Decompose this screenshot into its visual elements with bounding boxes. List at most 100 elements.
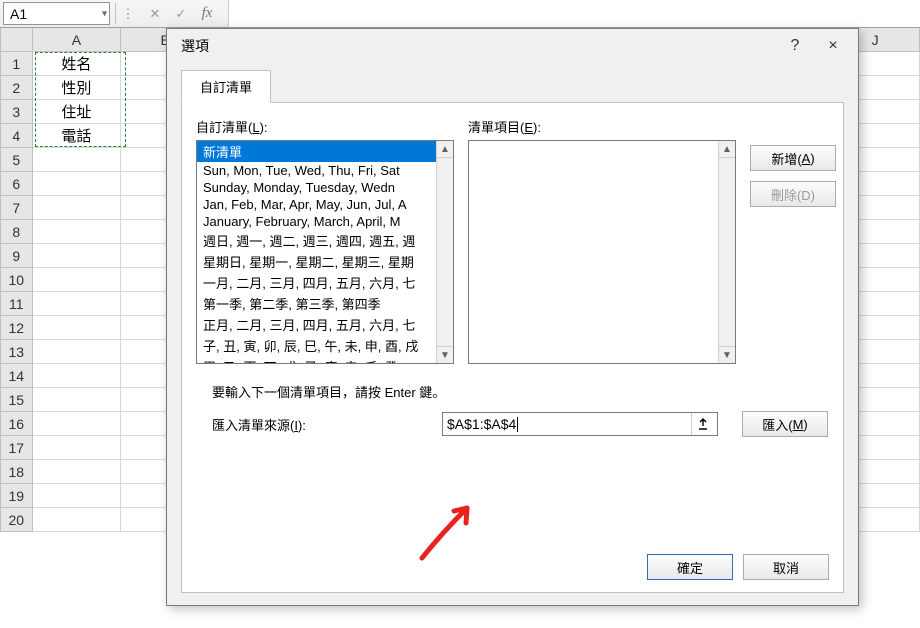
label-text: 匯入(	[762, 415, 792, 434]
cell[interactable]	[33, 220, 122, 244]
separator	[115, 3, 116, 24]
list-item[interactable]: 子, 丑, 寅, 卯, 辰, 巳, 午, 未, 申, 酉, 戌	[197, 335, 453, 356]
row-header[interactable]: 16	[0, 412, 33, 436]
dialog-title: 選項	[181, 36, 776, 56]
row-header[interactable]: 4	[0, 124, 33, 148]
label-text: 自訂清單(	[196, 120, 252, 135]
label-text: 匯入清單來源(	[212, 418, 294, 433]
list-item[interactable]: 正月, 二月, 三月, 四月, 五月, 六月, 七	[197, 314, 453, 335]
cell[interactable]	[33, 268, 122, 292]
row-header[interactable]: 18	[0, 460, 33, 484]
close-button[interactable]: ×	[814, 32, 852, 60]
cell[interactable]	[33, 292, 122, 316]
cell[interactable]: 電話	[33, 124, 122, 148]
label-text: ):	[260, 120, 268, 135]
row-header[interactable]: 2	[0, 76, 33, 100]
list-item[interactable]: 第一季, 第二季, 第三季, 第四季	[197, 293, 453, 314]
import-button[interactable]: 匯入(M)	[742, 411, 828, 437]
delete-button[interactable]: 刪除(D)	[750, 181, 836, 207]
cell[interactable]	[33, 412, 122, 436]
tab-custom-lists[interactable]: 自訂清單	[181, 70, 271, 103]
row-header[interactable]: 6	[0, 172, 33, 196]
add-button[interactable]: 新增(A)	[750, 145, 836, 171]
custom-lists-listbox[interactable]: 新清單Sun, Mon, Tue, Wed, Thu, Fri, SatSund…	[196, 140, 454, 364]
insert-function-icon[interactable]: fx	[196, 5, 218, 23]
column-header[interactable]: A	[33, 28, 122, 52]
row-header[interactable]: 19	[0, 484, 33, 508]
cell[interactable]	[33, 340, 122, 364]
row-header[interactable]: 14	[0, 364, 33, 388]
cell[interactable]	[33, 172, 122, 196]
cell[interactable]	[33, 436, 122, 460]
scroll-down-icon[interactable]: ▼	[437, 346, 453, 363]
row-header[interactable]: 10	[0, 268, 33, 292]
list-entries-label: 清單項目(E):	[468, 117, 541, 136]
row-header[interactable]: 15	[0, 388, 33, 412]
row-header[interactable]: 5	[0, 148, 33, 172]
scroll-up-icon[interactable]: ▲	[437, 141, 453, 158]
scrollbar[interactable]: ▲ ▼	[436, 141, 453, 363]
hotkey: M	[793, 417, 804, 432]
hotkey: L	[252, 120, 259, 135]
tab-panel: 自訂清單(L): 新清單Sun, Mon, Tue, Wed, Thu, Fri…	[181, 103, 844, 593]
cell[interactable]	[33, 148, 122, 172]
row-header[interactable]: 3	[0, 100, 33, 124]
name-box[interactable]: A1 ▾	[3, 2, 110, 25]
row-header[interactable]: 7	[0, 196, 33, 220]
list-item[interactable]: 甲, 乙, 丙, 丁, 戊, 己, 庚, 辛, 壬, 癸	[197, 356, 453, 364]
cell[interactable]: 姓名	[33, 52, 122, 76]
tab-strip: 自訂清單	[181, 69, 844, 103]
cell[interactable]: 性別	[33, 76, 122, 100]
list-item[interactable]: Jan, Feb, Mar, Apr, May, Jun, Jul, A	[197, 196, 453, 213]
cell[interactable]	[33, 508, 122, 532]
list-item[interactable]: 一月, 二月, 三月, 四月, 五月, 六月, 七	[197, 272, 453, 293]
cell[interactable]	[33, 196, 122, 220]
import-source-label: 匯入清單來源(I):	[212, 415, 432, 434]
cancel-button[interactable]: 取消	[743, 554, 829, 580]
label-text: )	[810, 151, 814, 166]
list-item[interactable]: 週日, 週一, 週二, 週三, 週四, 週五, 週	[197, 230, 453, 251]
row-header[interactable]: 13	[0, 340, 33, 364]
ok-button[interactable]: 確定	[647, 554, 733, 580]
row-header[interactable]: 9	[0, 244, 33, 268]
help-button[interactable]: ?	[776, 32, 814, 60]
row-header[interactable]: 11	[0, 292, 33, 316]
list-item[interactable]: Sunday, Monday, Tuesday, Wedn	[197, 179, 453, 196]
formula-actions: ✕ ✓ fx	[138, 0, 224, 27]
formula-input[interactable]	[228, 0, 920, 27]
scroll-up-icon[interactable]: ▲	[719, 141, 735, 158]
row-header[interactable]: 17	[0, 436, 33, 460]
import-range-input[interactable]: $A$1:$A$4	[442, 412, 718, 436]
list-item[interactable]: 星期日, 星期一, 星期二, 星期三, 星期	[197, 251, 453, 272]
hotkey: A	[802, 151, 811, 166]
hotkey: E	[524, 120, 533, 135]
name-box-dropdown-icon[interactable]: ▾	[102, 8, 107, 19]
list-entries-textarea[interactable]: ▲ ▼	[468, 140, 736, 364]
cell[interactable]	[33, 316, 122, 340]
range-picker-icon[interactable]	[691, 413, 713, 435]
options-dialog: 選項 ? × 自訂清單 自訂清單(L): 新清單Sun, Mon, Tue, W…	[166, 28, 859, 606]
list-item[interactable]: 新清單	[197, 141, 453, 162]
label-text: 新增(	[771, 149, 801, 168]
cell[interactable]: 住址	[33, 100, 122, 124]
select-all-corner[interactable]	[0, 28, 33, 52]
cell[interactable]	[33, 244, 122, 268]
cancel-icon[interactable]: ✕	[144, 5, 166, 23]
row-header[interactable]: 12	[0, 316, 33, 340]
list-item[interactable]: Sun, Mon, Tue, Wed, Thu, Fri, Sat	[197, 162, 453, 179]
row-header[interactable]: 1	[0, 52, 33, 76]
cell[interactable]	[33, 388, 122, 412]
hint-text: 要輸入下一個清單項目，請按 Enter 鍵。	[212, 382, 829, 401]
label-text: ):	[533, 120, 541, 135]
row-header[interactable]: 8	[0, 220, 33, 244]
list-item[interactable]: January, February, March, April, M	[197, 213, 453, 230]
text-caret	[517, 417, 518, 432]
enter-icon[interactable]: ✓	[170, 5, 192, 23]
cell[interactable]	[33, 364, 122, 388]
cell[interactable]	[33, 460, 122, 484]
scroll-down-icon[interactable]: ▼	[719, 346, 735, 363]
cell[interactable]	[33, 484, 122, 508]
formula-bar: A1 ▾ ⋮ ✕ ✓ fx	[0, 0, 920, 28]
scrollbar[interactable]: ▲ ▼	[718, 141, 735, 363]
row-header[interactable]: 20	[0, 508, 33, 532]
